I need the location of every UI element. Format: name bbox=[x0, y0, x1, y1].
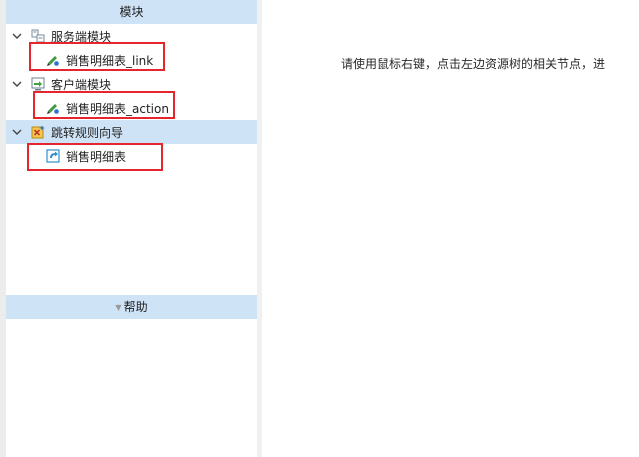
app-window: 模块 服务端模块 销售明细表_link 客户端模块 销售明细表_action 跳… bbox=[0, 0, 639, 457]
help-header-label: 帮助 bbox=[123, 300, 148, 314]
client-module-icon bbox=[31, 77, 45, 91]
splitter[interactable] bbox=[257, 0, 262, 457]
help-panel-header[interactable]: ▼ 帮助 bbox=[6, 295, 257, 319]
tree-node-label: 客户端模块 bbox=[51, 77, 112, 92]
tree-node-jump-rule-wizard[interactable]: 跳转规则向导 bbox=[6, 120, 257, 144]
modules-panel-header[interactable]: 模块 bbox=[6, 0, 257, 24]
modules-header-label: 模块 bbox=[119, 5, 144, 19]
jump-rule-wizard-icon bbox=[31, 125, 45, 139]
highlight-box bbox=[29, 42, 165, 71]
sidebar: 模块 服务端模块 销售明细表_link 客户端模块 销售明细表_action 跳… bbox=[0, 0, 257, 457]
triangle-down-icon: ▼ bbox=[115, 303, 122, 312]
chevron-down-icon[interactable] bbox=[11, 126, 23, 138]
chevron-down-icon[interactable] bbox=[11, 78, 23, 90]
highlight-box bbox=[33, 91, 175, 119]
server-module-icon bbox=[31, 29, 45, 43]
chevron-down-icon[interactable] bbox=[11, 30, 23, 42]
highlight-box bbox=[27, 143, 163, 171]
tree-node-label: 跳转规则向导 bbox=[51, 125, 124, 140]
main-hint-message: 请使用鼠标右键，点击左边资源树的相关节点，进 bbox=[341, 57, 606, 71]
